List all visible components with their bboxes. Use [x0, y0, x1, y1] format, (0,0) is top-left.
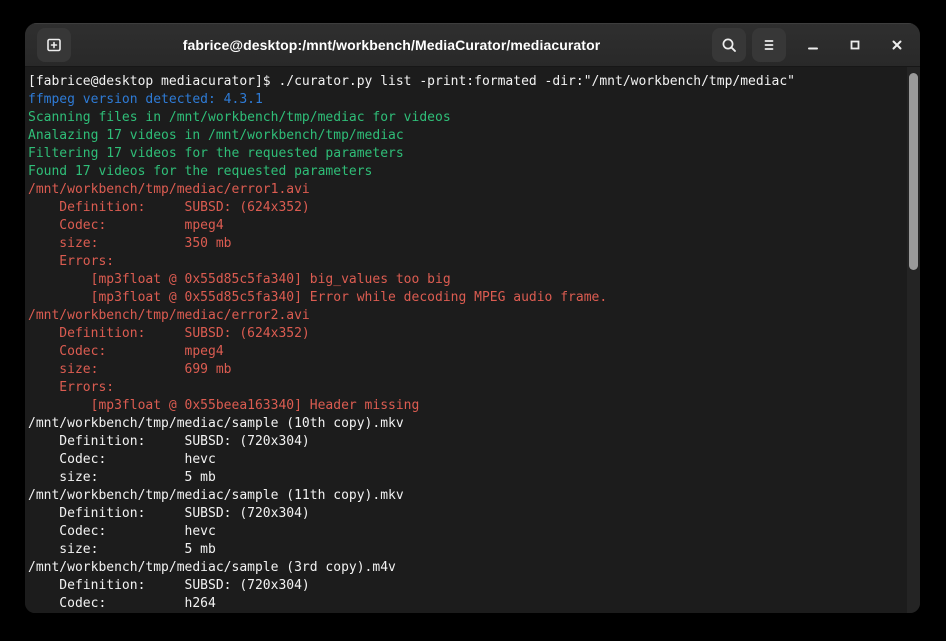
- terminal-line: Scanning files in /mnt/workbench/tmp/med…: [28, 109, 906, 127]
- terminal-line: /mnt/workbench/tmp/mediac/error2.avi: [28, 307, 906, 325]
- terminal-line: Codec: mpeg4: [28, 217, 906, 235]
- terminal-line: Codec: mpeg4: [28, 343, 906, 361]
- terminal-line: [mp3float @ 0x55d85c5fa340] Error while …: [28, 289, 906, 307]
- menu-button[interactable]: [752, 28, 786, 62]
- close-button[interactable]: [882, 30, 912, 60]
- headerbar-actions: [712, 28, 912, 62]
- window-title: fabrice@desktop:/mnt/workbench/MediaCura…: [71, 37, 712, 53]
- terminal-line: Definition: SUBSD: (624x352): [28, 325, 906, 343]
- scrollbar-track[interactable]: [907, 67, 920, 613]
- terminal-line: size: 5 mb: [28, 469, 906, 487]
- close-icon: [889, 37, 905, 53]
- minimize-icon: [805, 37, 821, 53]
- terminal-line: /mnt/workbench/tmp/mediac/sample (11th c…: [28, 487, 906, 505]
- scrollbar-thumb[interactable]: [909, 73, 918, 270]
- terminal-viewport[interactable]: [fabrice@desktop mediacurator]$ ./curato…: [25, 67, 920, 613]
- terminal-line: Analazing 17 videos in /mnt/workbench/tm…: [28, 127, 906, 145]
- maximize-icon: [847, 37, 863, 53]
- terminal-line: Found 17 videos for the requested parame…: [28, 163, 906, 181]
- new-tab-icon: [45, 36, 63, 54]
- terminal-line: Codec: h264: [28, 595, 906, 613]
- hamburger-menu-icon: [761, 37, 777, 53]
- terminal-line: ffmpeg version detected: 4.3.1: [28, 91, 906, 109]
- terminal-line: Definition: SUBSD: (624x352): [28, 199, 906, 217]
- terminal-line: /mnt/workbench/tmp/mediac/sample (3rd co…: [28, 559, 906, 577]
- terminal-line: Definition: SUBSD: (720x304): [28, 505, 906, 523]
- headerbar: fabrice@desktop:/mnt/workbench/MediaCura…: [25, 23, 920, 67]
- terminal-line: [fabrice@desktop mediacurator]$ ./curato…: [28, 73, 906, 91]
- new-tab-button[interactable]: [37, 28, 71, 62]
- terminal-line: /mnt/workbench/tmp/mediac/sample (10th c…: [28, 415, 906, 433]
- terminal-line: Codec: hevc: [28, 451, 906, 469]
- terminal-output: [fabrice@desktop mediacurator]$ ./curato…: [28, 73, 906, 613]
- terminal-line: Codec: hevc: [28, 523, 906, 541]
- terminal-window: fabrice@desktop:/mnt/workbench/MediaCura…: [25, 23, 920, 613]
- terminal-line: Definition: SUBSD: (720x304): [28, 577, 906, 595]
- terminal-line: Filtering 17 videos for the requested pa…: [28, 145, 906, 163]
- terminal-line: Errors:: [28, 379, 906, 397]
- search-button[interactable]: [712, 28, 746, 62]
- terminal-line: size: 5 mb: [28, 541, 906, 559]
- terminal-line: size: 350 mb: [28, 235, 906, 253]
- search-icon: [720, 36, 738, 54]
- terminal-line: [mp3float @ 0x55d85c5fa340] big_values t…: [28, 271, 906, 289]
- terminal-line: Definition: SUBSD: (720x304): [28, 433, 906, 451]
- terminal-line: /mnt/workbench/tmp/mediac/error1.avi: [28, 181, 906, 199]
- terminal-line: size: 699 mb: [28, 361, 906, 379]
- terminal-line: [mp3float @ 0x55beea163340] Header missi…: [28, 397, 906, 415]
- terminal-line: Errors:: [28, 253, 906, 271]
- minimize-button[interactable]: [798, 30, 828, 60]
- maximize-button[interactable]: [840, 30, 870, 60]
